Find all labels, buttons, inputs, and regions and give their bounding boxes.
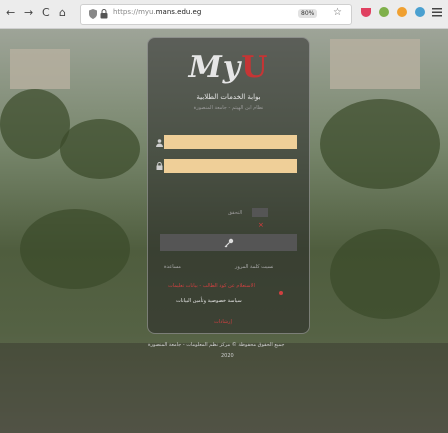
background-tree xyxy=(20,209,130,289)
home-icon[interactable]: ⌂ xyxy=(59,6,66,20)
account-icon[interactable] xyxy=(396,6,408,18)
lock-icon xyxy=(156,162,163,170)
browser-toolbar: ← → C ⌂ https://myu.mans.edu.eg 80% ☆ xyxy=(0,0,448,29)
url-prefix: https://myu. xyxy=(113,8,156,16)
guide-link[interactable]: إرشادات xyxy=(214,319,232,325)
url-text: https://myu.mans.edu.eg xyxy=(113,8,201,16)
portal-subtitle: نظام ابن الهيثم - جامعة المنصورة xyxy=(193,105,264,111)
shield-icon xyxy=(89,9,97,19)
reload-icon[interactable]: C xyxy=(42,6,50,20)
address-bar[interactable]: https://myu.mans.edu.eg 80% ☆ xyxy=(80,4,352,25)
background-building xyxy=(10,49,70,89)
student-code-inquiry-link[interactable]: الاستعلام عن كود الطالب - بيانات تعليمات xyxy=(168,283,255,289)
help-link[interactable]: مساعدة xyxy=(164,264,181,270)
login-panel: MyU بوابة الخدمات الطلابية نظام ابن الهي… xyxy=(147,37,310,334)
captcha-checkbox[interactable] xyxy=(252,208,268,217)
pocket-icon[interactable] xyxy=(360,6,372,18)
lock-icon xyxy=(100,9,108,19)
info-dot-icon xyxy=(279,291,283,295)
page-content: MyU بوابة الخدمات الطلابية نظام ابن الهي… xyxy=(0,29,448,433)
logo-text: My xyxy=(188,50,242,85)
myu-logo: MyU xyxy=(148,50,309,85)
logo-u: U xyxy=(241,50,269,85)
privacy-policy-link[interactable]: سياسة خصوصية وتأمين البيانات xyxy=(176,298,242,304)
user-icon xyxy=(156,139,163,147)
sync-icon[interactable] xyxy=(414,6,426,18)
background-tree xyxy=(330,229,440,319)
forgot-password-link[interactable]: نسيت كلمة المرور xyxy=(235,264,273,270)
portal-title: بوابة الخدمات الطلابية xyxy=(196,93,261,101)
menu-icon[interactable] xyxy=(432,6,442,18)
footer-copyright: جميع الحقوق محفوظة © مركز نظم المعلومات … xyxy=(148,342,285,348)
background-building xyxy=(330,39,420,89)
url-domain: mans.edu.eg xyxy=(155,8,202,16)
password-input[interactable] xyxy=(164,159,297,173)
back-arrow-icon[interactable]: ← xyxy=(6,6,15,20)
forward-arrow-icon[interactable]: → xyxy=(24,6,33,20)
username-input[interactable] xyxy=(164,135,297,149)
bookmark-star-icon[interactable]: ☆ xyxy=(333,7,342,18)
login-button[interactable] xyxy=(160,234,297,251)
zoom-badge[interactable]: 80% xyxy=(298,9,318,18)
extension-icon[interactable] xyxy=(378,6,390,18)
background-tree xyxy=(60,119,140,179)
key-icon xyxy=(224,238,233,248)
captcha-label: التحقق xyxy=(228,210,243,216)
close-icon: × xyxy=(258,221,264,229)
background-tree xyxy=(320,99,440,189)
footer-year: 2020 xyxy=(221,353,234,359)
